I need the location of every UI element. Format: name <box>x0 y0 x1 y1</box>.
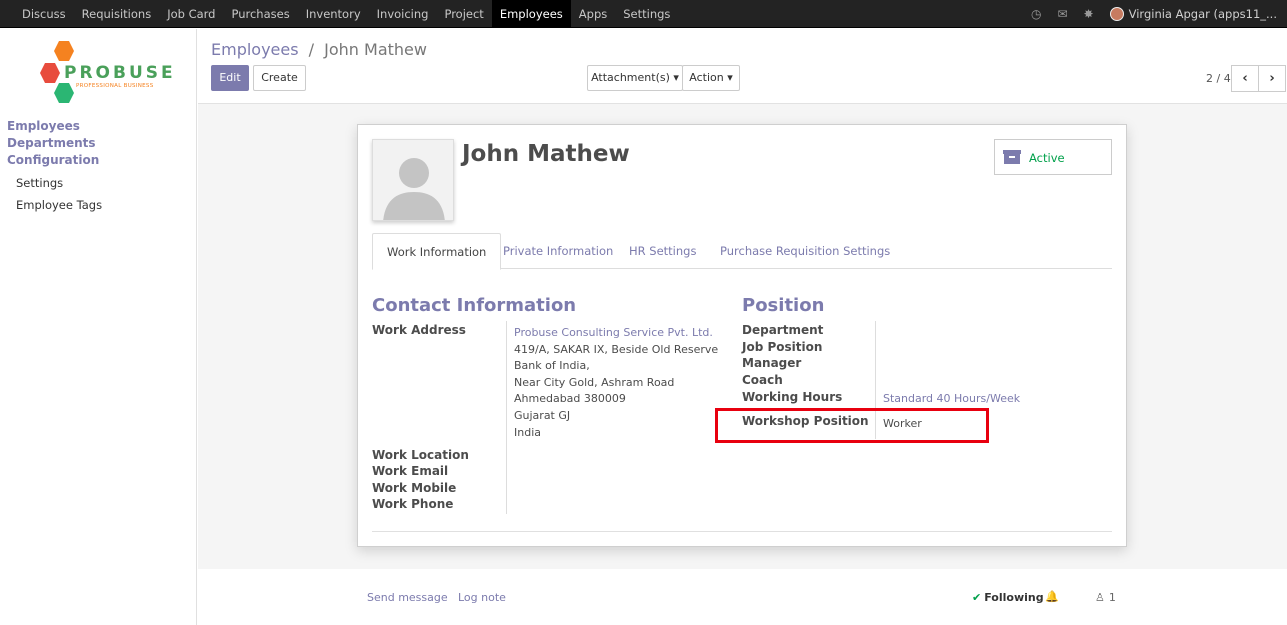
menu-discuss[interactable]: Discuss <box>14 0 74 28</box>
menu-settings[interactable]: Settings <box>615 0 678 28</box>
following-label: Following <box>984 591 1044 604</box>
highlight-box <box>715 408 989 443</box>
check-icon: ✔ <box>972 591 982 604</box>
job-position-label: Job Position <box>742 340 823 354</box>
pager-previous-button[interactable]: ‹ <box>1231 65 1259 92</box>
menu-apps[interactable]: Apps <box>571 0 615 28</box>
breadcrumb-separator: / <box>308 40 315 59</box>
company-logo: PROBUSE PROFESSIONAL BUSINESS <box>38 41 173 105</box>
systray: ◷ ✉ ✸ Virginia Apgar (apps11_... <box>1031 0 1277 28</box>
bell-icon[interactable]: 🔔 <box>1045 590 1059 603</box>
employee-form-sheet: John Mathew Active Work Information Priv… <box>357 124 1127 547</box>
create-button[interactable]: Create <box>253 65 306 91</box>
work-email-label: Work Email <box>372 464 449 478</box>
sidebar-item-employee-tags[interactable]: Employee Tags <box>16 198 102 212</box>
chevron-left-icon: ‹ <box>1242 71 1248 86</box>
address-line: 419/A, SAKAR IX, Beside Old Reserve <box>514 343 719 356</box>
logo-hex-green <box>54 83 74 103</box>
sidebar-employees[interactable]: Employees <box>7 119 80 133</box>
active-status-label: Active <box>1029 151 1065 165</box>
breadcrumb-employees[interactable]: Employees <box>211 40 299 59</box>
menu-job-card[interactable]: Job Card <box>159 0 223 28</box>
tab-purchase-requisition-settings[interactable]: Purchase Requisition Settings <box>706 233 904 269</box>
edit-button[interactable]: Edit <box>211 65 249 91</box>
sidebar-configuration[interactable]: Configuration <box>7 153 99 167</box>
tab-work-information[interactable]: Work Information <box>372 233 502 270</box>
bug-icon[interactable]: ✸ <box>1084 7 1094 21</box>
address-line: Bank of India, <box>514 359 590 372</box>
employee-name: John Mathew <box>462 141 630 167</box>
coach-label: Coach <box>742 373 783 387</box>
breadcrumb-current: John Mathew <box>324 40 427 59</box>
address-line: Near City Gold, Ashram Road <box>514 376 675 389</box>
sidebar-item-settings[interactable]: Settings <box>16 176 63 190</box>
address-line: Ahmedabad 380009 <box>514 392 626 405</box>
top-navbar: Discuss Requisitions Job Card Purchases … <box>0 0 1287 28</box>
person-silhouette-icon <box>373 140 453 220</box>
pager-next-button[interactable]: › <box>1258 65 1286 92</box>
pager-value: 2 / 4 <box>1206 72 1231 85</box>
sidebar-departments[interactable]: Departments <box>7 136 96 150</box>
position-title: Position <box>742 295 825 316</box>
attachments-dropdown[interactable]: Attachment(s) ▾ <box>587 65 683 91</box>
breadcrumb: Employees / John Mathew <box>211 40 427 59</box>
log-note-button[interactable]: Log note <box>458 591 506 604</box>
chat-icon[interactable]: ✉ <box>1057 7 1067 21</box>
user-name: Virginia Apgar (apps11_... <box>1128 7 1277 21</box>
action-dropdown[interactable]: Action ▾ <box>682 65 740 91</box>
menu-employees[interactable]: Employees <box>491 0 571 28</box>
logo-tagline: PROFESSIONAL BUSINESS <box>76 83 154 89</box>
active-toggle-button[interactable]: Active <box>994 139 1112 175</box>
menu-purchases[interactable]: Purchases <box>223 0 297 28</box>
logo-hex-red <box>40 63 60 83</box>
working-hours-label: Working Hours <box>742 390 843 404</box>
manager-label: Manager <box>742 356 802 370</box>
work-mobile-label: Work Mobile <box>372 481 457 495</box>
working-hours-value[interactable]: Standard 40 Hours/Week <box>883 392 1020 405</box>
user-icon: ♙ <box>1095 591 1105 604</box>
tab-private-information[interactable]: Private Information <box>489 233 627 269</box>
sheet-bottom-divider <box>372 531 1112 532</box>
archive-icon <box>1003 150 1021 164</box>
clock-icon[interactable]: ◷ <box>1031 7 1041 21</box>
followers-count: 1 <box>1108 591 1116 604</box>
work-address-company[interactable]: Probuse Consulting Service Pvt. Ltd. <box>514 326 713 339</box>
following-button[interactable]: ✔ Following <box>972 591 1044 604</box>
avatar <box>1109 7 1124 21</box>
app-menu: Discuss Requisitions Job Card Purchases … <box>14 0 678 28</box>
menu-requisitions[interactable]: Requisitions <box>74 0 160 28</box>
work-phone-label: Work Phone <box>372 497 454 511</box>
followers-button[interactable]: ♙ 1 <box>1095 591 1116 604</box>
menu-invoicing[interactable]: Invoicing <box>369 0 437 28</box>
address-line: India <box>514 426 541 439</box>
send-message-button[interactable]: Send message <box>367 591 448 604</box>
logo-hex-orange <box>54 41 74 61</box>
sidebar: PROBUSE PROFESSIONAL BUSINESS Employees … <box>0 29 197 625</box>
employee-tabs: Work Information Private Information HR … <box>372 233 1112 270</box>
tab-hr-settings[interactable]: HR Settings <box>615 233 710 269</box>
department-label: Department <box>742 323 824 337</box>
work-location-label: Work Location <box>372 448 469 462</box>
work-address-label: Work Address <box>372 323 466 337</box>
menu-inventory[interactable]: Inventory <box>298 0 369 28</box>
contact-information-title: Contact Information <box>372 295 577 316</box>
logo-brand: PROBUSE <box>64 63 176 83</box>
address-line: Gujarat GJ <box>514 409 571 422</box>
employee-photo[interactable] <box>372 139 454 221</box>
chevron-right-icon: › <box>1269 71 1275 86</box>
menu-project[interactable]: Project <box>436 0 491 28</box>
user-menu[interactable]: Virginia Apgar (apps11_... <box>1109 7 1277 21</box>
contact-divider <box>506 321 507 514</box>
